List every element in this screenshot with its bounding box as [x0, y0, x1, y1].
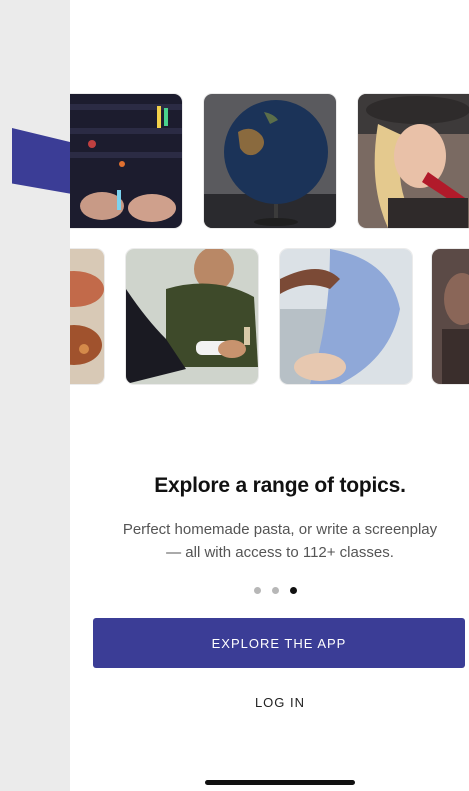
pagination-dot-1[interactable] — [254, 587, 261, 594]
subtitle-line-1: Perfect homemade pasta, or write a scree… — [122, 521, 438, 538]
dancer-photo — [280, 249, 412, 384]
chess-players-photo — [126, 249, 258, 384]
globe-photo — [204, 94, 336, 228]
page-title: Explore a range of topics. — [154, 474, 406, 497]
explore-the-app-button[interactable]: EXPLORE THE APP — [93, 618, 465, 668]
log-in-link[interactable]: LOG IN — [230, 695, 330, 710]
subtitle-line-2: — all with access to 112+ classes. — [166, 544, 394, 561]
singer-microphone-photo — [358, 94, 469, 228]
previous-slide-rail — [0, 0, 70, 791]
page-subtitle: Perfect homemade pasta, or write a scree… — [70, 518, 469, 564]
pagination-dot-3-active[interactable] — [290, 587, 297, 594]
home-indicator[interactable] — [205, 780, 355, 785]
topic-image-gallery — [70, 0, 469, 400]
pagination-dots — [254, 587, 297, 594]
food-photo — [70, 249, 104, 384]
pagination-dot-2[interactable] — [272, 587, 279, 594]
mixing-console-photo — [70, 94, 182, 228]
partial-photo — [432, 249, 469, 384]
